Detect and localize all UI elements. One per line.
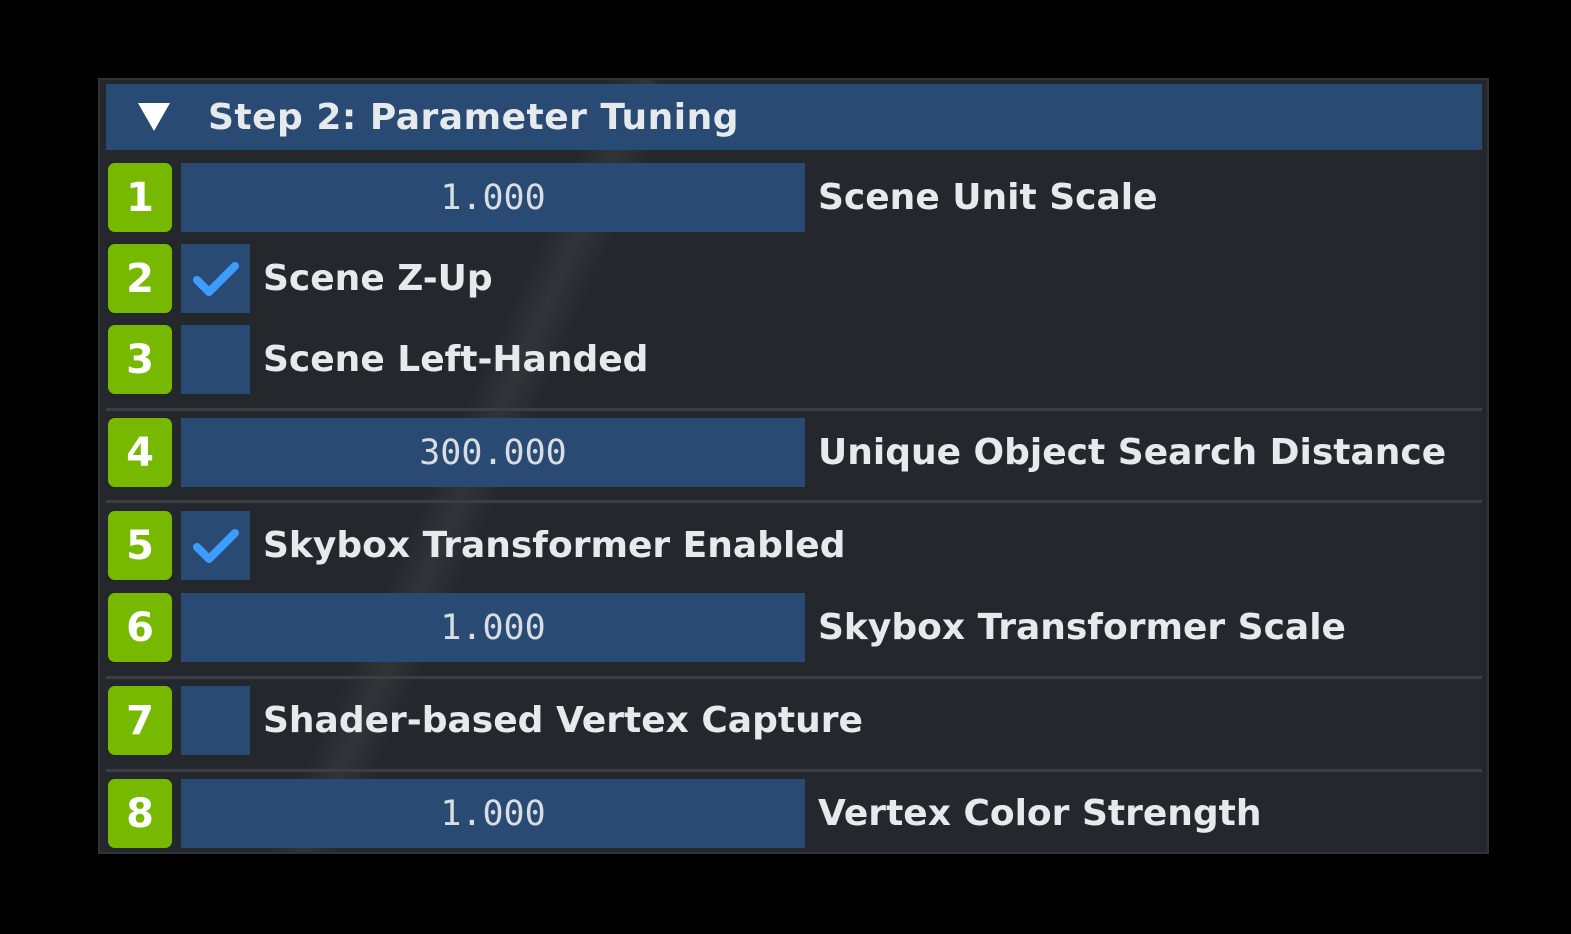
divider [106, 500, 1482, 503]
divider [106, 769, 1482, 772]
step-badge: 4 [108, 418, 172, 487]
skybox-transformer-scale-input[interactable]: 1.000 [181, 593, 805, 662]
scene-unit-scale-label: Scene Unit Scale [818, 177, 1158, 218]
vertex-color-strength-label: Vertex Color Strength [818, 793, 1262, 834]
scene-left-handed-checkbox[interactable] [181, 325, 250, 394]
unique-object-search-distance-label: Unique Object Search Distance [818, 432, 1447, 473]
step-badge: 7 [108, 686, 172, 755]
step-badge: 5 [108, 511, 172, 580]
skybox-transformer-enabled-label: Skybox Transformer Enabled [263, 525, 846, 566]
step-badge: 3 [108, 325, 172, 394]
step-badge: 6 [108, 593, 172, 662]
section-header[interactable]: Step 2: Parameter Tuning [106, 84, 1482, 150]
triangle-down-icon[interactable] [138, 103, 170, 131]
parameter-tuning-panel: Step 2: Parameter Tuning 1 1.000 Scene U… [98, 78, 1489, 854]
shader-based-vertex-capture-label: Shader-based Vertex Capture [263, 700, 863, 741]
checkmark-icon [192, 528, 239, 563]
step-badge: 2 [108, 244, 172, 313]
scene-z-up-checkbox[interactable] [181, 244, 250, 313]
skybox-transformer-scale-label: Skybox Transformer Scale [818, 607, 1346, 648]
unique-object-search-distance-input[interactable]: 300.000 [181, 418, 805, 487]
scene-unit-scale-input[interactable]: 1.000 [181, 163, 805, 232]
skybox-transformer-enabled-checkbox[interactable] [181, 511, 250, 580]
shader-based-vertex-capture-checkbox[interactable] [181, 686, 250, 755]
section-title: Step 2: Parameter Tuning [208, 96, 740, 138]
divider [106, 676, 1482, 679]
scene-left-handed-label: Scene Left-Handed [263, 339, 649, 380]
checkmark-icon [192, 261, 239, 296]
step-badge: 8 [108, 779, 172, 848]
step-badge: 1 [108, 163, 172, 232]
divider [106, 408, 1482, 411]
scene-z-up-label: Scene Z-Up [263, 258, 493, 299]
vertex-color-strength-input[interactable]: 1.000 [181, 779, 805, 848]
